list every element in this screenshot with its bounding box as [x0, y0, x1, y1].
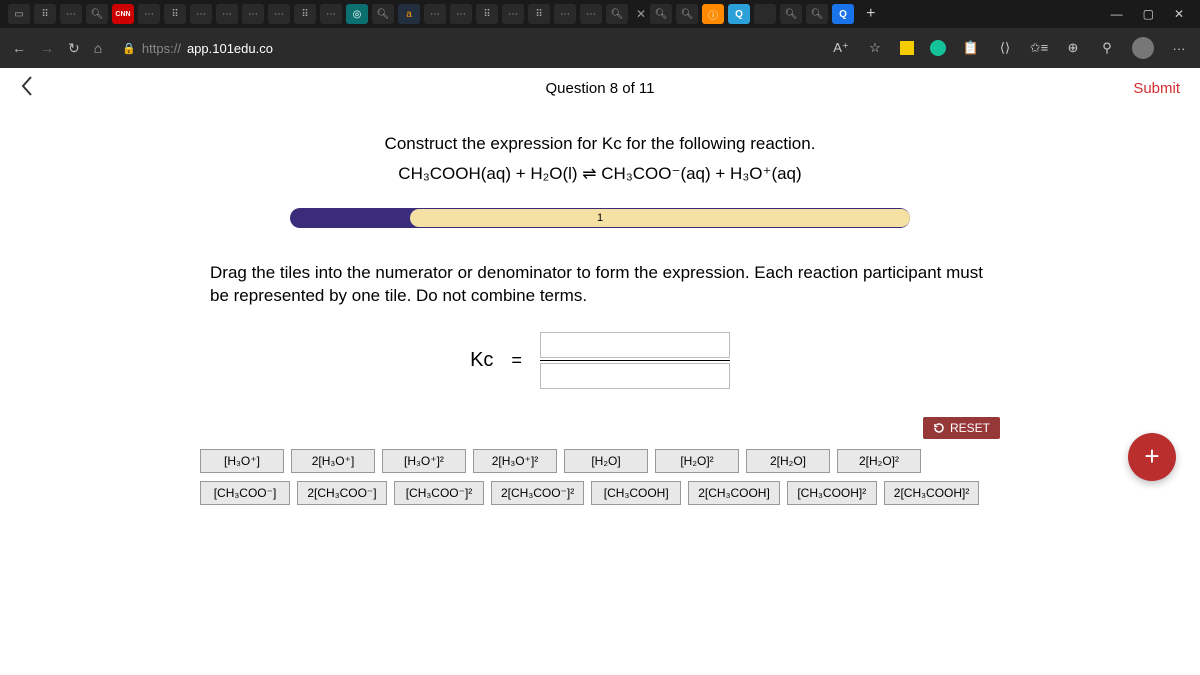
tile[interactable]: 2[CH₃COOH] [688, 481, 780, 505]
tile[interactable]: [CH₃COOH] [591, 481, 681, 505]
tab-icon[interactable]: ⠿ [294, 4, 316, 24]
window-minimize-button[interactable]: — [1111, 7, 1123, 21]
extension-icon[interactable]: 📋 [962, 39, 980, 57]
window-close-button[interactable]: ✕ [1174, 7, 1184, 21]
tab-amazon[interactable]: a [398, 4, 420, 24]
progress-bar: 1 [290, 208, 910, 228]
tab-icon[interactable]: ⋯ [424, 4, 446, 24]
url-host: app.101edu.co [187, 41, 273, 56]
grammarly-icon[interactable] [930, 40, 946, 56]
instructions-text: Drag the tiles into the numerator or den… [210, 262, 990, 308]
tab-icon[interactable]: ⋯ [138, 4, 160, 24]
url-field[interactable]: 🔒 https:// app.101edu.co [122, 41, 273, 56]
more-menu-icon[interactable]: ··· [1170, 39, 1188, 57]
question-counter: Question 8 of 11 [546, 80, 655, 97]
reset-button[interactable]: RESET [923, 417, 1000, 439]
tab-icon[interactable]: Q [832, 4, 854, 24]
progress-label: 1 [290, 208, 910, 228]
fraction-line [540, 360, 730, 361]
denominator-dropzone[interactable] [540, 363, 730, 389]
tab-icon[interactable]: ⋯ [450, 4, 472, 24]
tile[interactable]: [CH₃COOH]² [787, 481, 877, 505]
content-header: Question 8 of 11 Submit [0, 68, 1200, 108]
tile[interactable]: 2[H₃O⁺] [291, 449, 375, 473]
browser-addressbar: ← → ↻ ⌂ 🔒 https:// app.101edu.co A⁺ ☆ 📋 ⟨… [0, 28, 1200, 68]
search-icon[interactable]: 🔍︎ [606, 4, 628, 24]
browser-tabbar: ▭ ⠿ ⋯ 🔍︎ CNN ⋯ ⠿ ⋯ ⋯ ⋯ ⋯ ⠿ ⋯ ◎ 🔍︎ a ⋯ ⋯ … [0, 0, 1200, 28]
share-icon[interactable]: ⚲ [1098, 39, 1116, 57]
tile[interactable]: [CH₃COO⁻] [200, 481, 290, 505]
tab-icon[interactable]: ◎ [346, 4, 368, 24]
window-maximize-button[interactable]: ▢ [1143, 7, 1154, 21]
tile[interactable]: [H₃O⁺]² [382, 449, 466, 473]
tab-icon[interactable]: ⋯ [268, 4, 290, 24]
tab-icon[interactable]: ▭ [8, 4, 30, 24]
tab-icon[interactable]: ⋯ [554, 4, 576, 24]
tile[interactable]: 2[CH₃COO⁻]² [491, 481, 584, 505]
tiles-block: RESET [H₃O⁺] 2[H₃O⁺] [H₃O⁺]² 2[H₃O⁺]² [H… [200, 449, 1000, 505]
search-icon[interactable]: 🔍︎ [372, 4, 394, 24]
search-icon[interactable]: 🔍︎ [676, 4, 698, 24]
kc-label: Kc [470, 349, 493, 372]
search-icon[interactable]: 🔍︎ [650, 4, 672, 24]
submit-button[interactable]: Submit [1133, 80, 1180, 97]
tiles-row-2: [CH₃COO⁻] 2[CH₃COO⁻] [CH₃COO⁻]² 2[CH₃COO… [200, 481, 1000, 505]
reaction-equation: CH₃COOH(aq) + H₂O(l) ⇌ CH₃COO⁻(aq) + H₃O… [210, 164, 990, 184]
tab-icon[interactable]: ⋯ [580, 4, 602, 24]
favorite-icon[interactable]: ☆ [866, 39, 884, 57]
fab-add-button[interactable]: + [1128, 433, 1176, 481]
nav-back-button[interactable]: ← [12, 40, 26, 56]
page-body: Construct the expression for Kc for the … [0, 108, 1200, 505]
tab-icon[interactable]: ⋯ [502, 4, 524, 24]
tile[interactable]: 2[H₃O⁺]² [473, 449, 557, 473]
extension-icon[interactable] [900, 41, 914, 55]
tab-icon[interactable]: ⠿ [528, 4, 550, 24]
tab-icon[interactable]: ⠿ [164, 4, 186, 24]
content-back-button[interactable] [20, 75, 34, 102]
tiles-row-1: [H₃O⁺] 2[H₃O⁺] [H₃O⁺]² 2[H₃O⁺]² [H₂O] [H… [200, 449, 1000, 473]
equals-sign: = [511, 350, 522, 371]
nav-home-button[interactable]: ⌂ [94, 40, 102, 56]
search-icon[interactable]: 🔍︎ [86, 4, 108, 24]
tile[interactable]: 2[H₂O]² [837, 449, 921, 473]
nav-refresh-button[interactable]: ↻ [68, 40, 80, 57]
tab-close-icon[interactable]: ✕ [636, 7, 646, 21]
nav-forward-button[interactable]: → [40, 40, 54, 56]
tile[interactable]: 2[CH₃COOH]² [884, 481, 980, 505]
lock-icon: 🔒 [122, 42, 136, 55]
tab-cnn[interactable]: CNN [112, 4, 134, 24]
favorites-bar-icon[interactable]: ✩≡ [1030, 39, 1048, 57]
prompt-text: Construct the expression for Kc for the … [210, 134, 990, 154]
tile[interactable]: [H₃O⁺] [200, 449, 284, 473]
tab-icon[interactable]: Q [728, 4, 750, 24]
tab-icon[interactable]: ⋯ [242, 4, 264, 24]
tab-icon[interactable]: ⋯ [60, 4, 82, 24]
collections-icon[interactable]: ⊕ [1064, 39, 1082, 57]
search-icon[interactable]: 🔍︎ [780, 4, 802, 24]
addressbar-right: A⁺ ☆ 📋 ⟨⟩ ✩≡ ⊕ ⚲ ··· [832, 37, 1188, 59]
search-icon[interactable]: 🔍︎ [806, 4, 828, 24]
tile[interactable]: 2[H₂O] [746, 449, 830, 473]
tab-icon[interactable]: ⠿ [476, 4, 498, 24]
tile[interactable]: [H₂O]² [655, 449, 739, 473]
numerator-dropzone[interactable] [540, 332, 730, 358]
profile-avatar[interactable] [1132, 37, 1154, 59]
new-tab-button[interactable]: + [866, 5, 875, 23]
tile[interactable]: 2[CH₃COO⁻] [297, 481, 387, 505]
tab-icon[interactable]: ⋯ [320, 4, 342, 24]
tile[interactable]: [H₂O] [564, 449, 648, 473]
tab-icon[interactable]: ⋯ [216, 4, 238, 24]
extensions-icon[interactable]: ⟨⟩ [996, 39, 1014, 57]
reset-label: RESET [950, 421, 990, 435]
tab-icon[interactable]: ⓘ [702, 4, 724, 24]
kc-expression: Kc = [210, 332, 990, 389]
url-scheme: https:// [142, 41, 181, 56]
tab-icon[interactable]: ⋯ [190, 4, 212, 24]
tile[interactable]: [CH₃COO⁻]² [394, 481, 484, 505]
tab-icon[interactable]: ⠿ [34, 4, 56, 24]
tab-icon[interactable] [754, 4, 776, 24]
reader-icon[interactable]: A⁺ [832, 39, 850, 57]
